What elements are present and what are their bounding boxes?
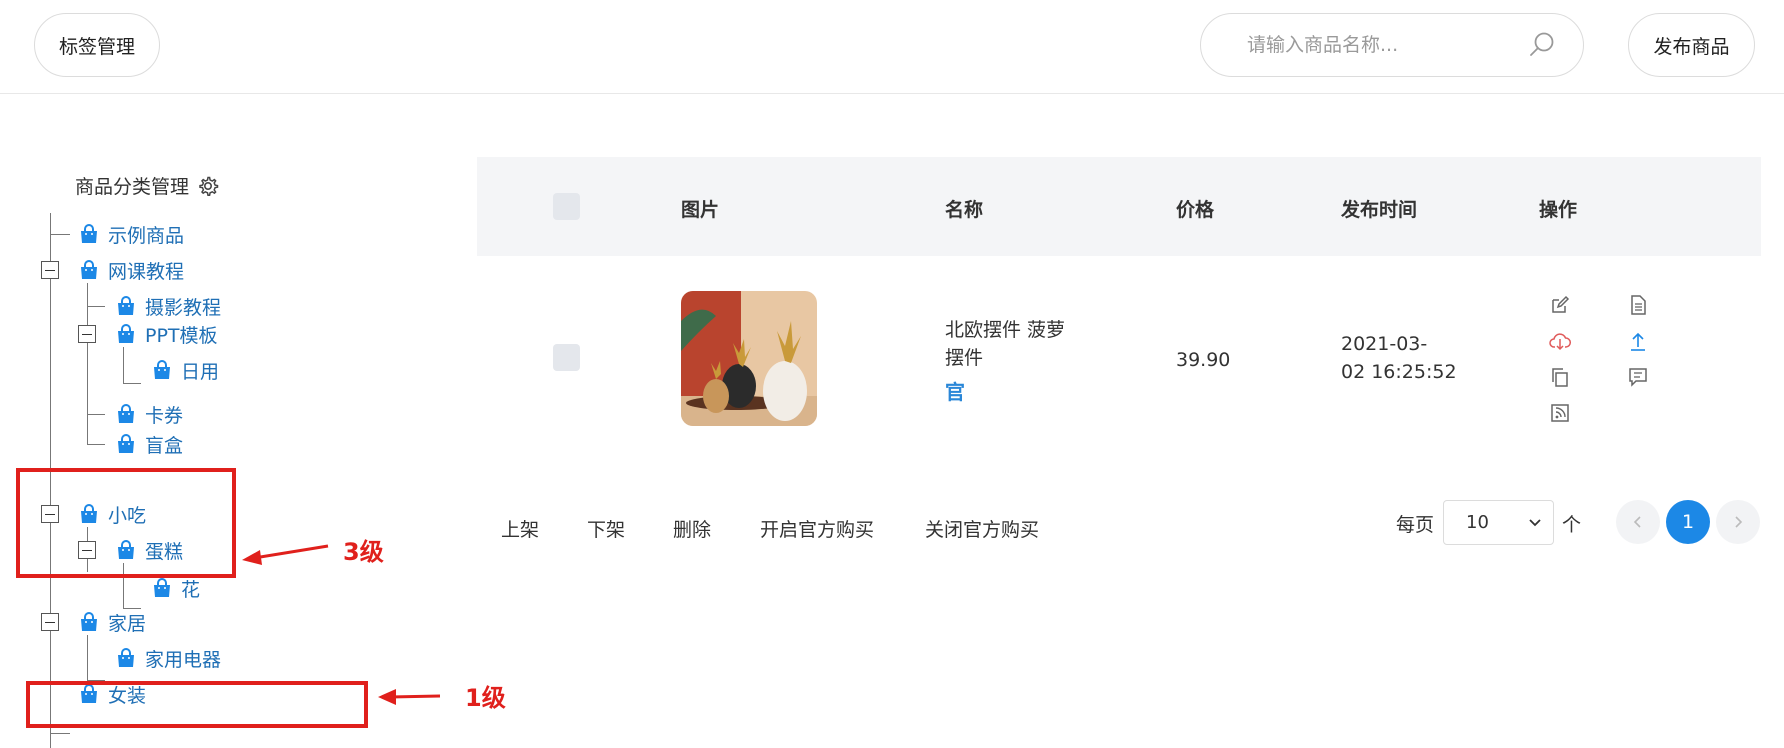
column-header-image: 图片 [681,199,720,221]
column-header-name: 名称 [945,199,984,221]
prev-page-button[interactable] [1616,500,1660,544]
chevron-right-icon [1735,516,1743,528]
tag-management-button[interactable]: 标签管理 [34,13,160,77]
tree-line [87,444,105,445]
bulk-enable-official-button[interactable]: 开启官方购买 [760,515,874,542]
bulk-unlist-button[interactable]: 下架 [587,515,625,542]
search-icon[interactable] [1527,30,1557,60]
tree-line [50,234,70,235]
tree-line [123,383,141,384]
page-size-unit: 个 [1562,514,1582,536]
arrow-icon [378,689,441,705]
gear-icon[interactable] [197,175,219,197]
tree-node[interactable]: 日用 [151,353,219,387]
page-size-value: 10 [1466,512,1489,533]
product-image[interactable] [681,291,817,426]
shopping-bag-icon [118,648,134,667]
tree-node[interactable]: 示例商品 [78,217,184,251]
tree-node[interactable]: PPT模板 [115,317,218,351]
shopping-bag-icon [118,324,134,343]
tree-node-label: 家用电器 [145,648,222,671]
product-name-line: 北欧摆件 菠萝 [945,319,1066,341]
collapse-toggle[interactable] [78,325,96,343]
publish-time: 2021-03- 02 16:25:52 [1341,330,1457,386]
shopping-bag-icon [154,360,170,379]
document-icon[interactable] [1627,294,1649,316]
shopping-bag-icon [81,224,97,243]
tree-node-label: 盲盒 [145,434,184,457]
shopping-bag-icon [81,260,97,279]
edit-icon[interactable] [1549,294,1571,316]
tree-title-label: 商品分类管理 [75,176,190,198]
tree-node-label: 卡券 [145,404,184,427]
annotation-level3: 3级 [343,538,384,566]
tree-node[interactable]: 网课教程 [78,253,184,287]
search-input[interactable] [1247,29,1507,61]
tree-node[interactable]: 家居 [78,605,146,639]
per-page-label: 每页 [1396,514,1435,536]
page-size-select[interactable]: 10 [1443,500,1554,545]
cloud-download-icon[interactable] [1549,330,1571,352]
table-header: 图片 名称 价格 发布时间 操作 [477,157,1761,256]
shopping-bag-icon [81,612,97,631]
table-row: 北欧摆件 菠萝 摆件 官 39.90 2021-03- 02 16:25:52 [477,256,1761,426]
tree-line [87,635,88,680]
tree-node[interactable]: 盲盒 [115,427,183,461]
tree-node-label: 花 [181,578,201,601]
chevron-left-icon [1633,516,1641,528]
upload-icon[interactable] [1627,330,1649,352]
level1-highlight-box [26,681,368,728]
chevron-down-icon [1529,519,1541,527]
tree-line [50,733,70,734]
product-name-line: 摆件 [945,347,984,369]
tree-node-label: 日用 [181,360,220,383]
tree-node-label: PPT模板 [145,324,218,347]
tree-node-label: 家居 [108,612,147,635]
tree-node-label: 示例商品 [108,224,185,247]
tree-node[interactable]: 卡券 [115,397,183,431]
tree-node[interactable]: 家用电器 [115,641,221,675]
rss-icon[interactable] [1549,402,1571,424]
row-checkbox[interactable] [553,344,580,371]
column-header-price: 价格 [1176,199,1215,221]
publish-time-line: 02 16:25:52 [1341,361,1457,383]
column-header-ops: 操作 [1539,199,1578,221]
tree-line [87,283,88,444]
page-button-current[interactable]: 1 [1666,500,1710,544]
search-box[interactable] [1200,13,1584,77]
comment-icon[interactable] [1627,366,1649,388]
publish-time-line: 2021-03- [1341,333,1428,355]
bulk-disable-official-button[interactable]: 关闭官方购买 [925,515,1039,542]
tree-line [87,306,105,307]
arrow-icon [242,544,329,565]
tree-node-label: 摄影教程 [145,296,222,319]
bulk-list-button[interactable]: 上架 [501,515,539,542]
top-bar: 标签管理 发布商品 [0,0,1784,94]
tree-line [123,347,124,383]
tree-title: 商品分类管理 [75,172,219,199]
collapse-toggle[interactable] [41,613,59,631]
copy-icon[interactable] [1549,366,1571,388]
tree-line [87,414,105,415]
product-name[interactable]: 北欧摆件 菠萝 摆件 [945,316,1065,372]
level3-highlight-box [16,468,236,578]
column-header-time: 发布时间 [1341,199,1418,221]
shopping-bag-icon [118,434,134,453]
select-all-checkbox[interactable] [553,193,580,220]
bulk-delete-button[interactable]: 删除 [673,515,711,542]
category-tree-panel: 商品分类管理 示例商品 网课教程 摄影教程 PPT模板 日用 卡券 盲盒 小吃 … [0,150,380,748]
publish-product-button[interactable]: 发布商品 [1628,13,1755,77]
next-page-button[interactable] [1716,500,1760,544]
shopping-bag-icon [154,578,170,597]
shopping-bag-icon [118,296,134,315]
official-badge: 官 [945,380,965,404]
shopping-bag-icon [118,404,134,423]
product-price: 39.90 [1176,349,1231,371]
tree-node-label: 网课教程 [108,260,185,283]
collapse-toggle[interactable] [41,261,59,279]
annotation-level1: 1级 [465,684,506,712]
